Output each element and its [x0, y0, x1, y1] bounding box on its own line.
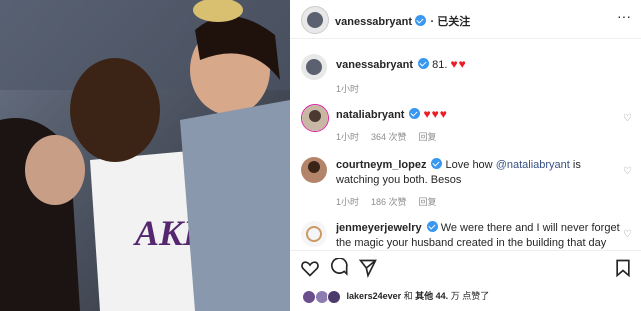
avatar[interactable]	[301, 54, 327, 80]
comment-meta: 1小时 364 次赞 回复	[336, 130, 449, 143]
like-comment-icon[interactable]: ♡	[623, 230, 633, 240]
comment-time[interactable]: 1小时	[336, 197, 359, 207]
verified-icon	[415, 15, 427, 26]
hearts-emoji: ♥♥♥	[423, 107, 448, 121]
comment-username[interactable]: nataliabryant	[336, 109, 404, 121]
comment-likes[interactable]: 364 次赞	[371, 132, 407, 142]
save-icon[interactable]	[613, 258, 633, 278]
comment-time[interactable]: 1小时	[336, 84, 359, 94]
comment-username[interactable]: vanessabryant	[336, 59, 413, 71]
verified-icon	[409, 108, 421, 119]
comment-body: 81.	[432, 59, 448, 71]
comment-body: Love how	[445, 159, 496, 171]
more-options-icon[interactable]: ···	[617, 8, 631, 24]
post-sidebar: vanessabryant · 已关注 ··· vanessabryant 81…	[290, 0, 641, 311]
avatar[interactable]	[301, 157, 327, 183]
comment-text: courtneym_lopez Love how @nataliabryant …	[336, 158, 621, 188]
comment-username[interactable]: courtneym_lopez	[336, 159, 426, 171]
comment-text: jenmeyerjewelry We were there and I will…	[336, 221, 621, 250]
verified-icon	[426, 221, 438, 232]
avatar[interactable]	[301, 104, 329, 132]
verified-icon	[431, 158, 443, 169]
reply-button[interactable]: 回复	[419, 132, 437, 142]
mention-link[interactable]: @nataliabryant	[496, 159, 570, 171]
likes-count[interactable]: 其他 44.	[415, 291, 448, 301]
comment-meta: 1小时	[336, 82, 371, 95]
comment-meta: 1小时 186 次赞 回复	[336, 195, 449, 208]
action-bar	[290, 250, 641, 283]
post-header: vanessabryant · 已关注 ···	[290, 0, 641, 39]
instagram-post: AKE vanessabryant · 已关注 ··· vanessabryan…	[0, 0, 641, 311]
verified-icon	[418, 58, 430, 69]
likes-and: 和	[403, 291, 413, 301]
post-photo-art: AKE	[0, 0, 290, 311]
avatar-icon	[302, 7, 328, 33]
avatar-icon	[301, 54, 327, 80]
avatar[interactable]	[301, 6, 329, 34]
avatar-icon	[301, 157, 327, 183]
header-username[interactable]: vanessabryant	[335, 16, 412, 28]
like-comment-icon[interactable]: ♡	[623, 167, 633, 177]
comment-time[interactable]: 1小时	[336, 132, 359, 142]
avatar-icon	[302, 105, 328, 131]
comment-icon[interactable]	[330, 258, 350, 278]
header-user: vanessabryant · 已关注	[335, 12, 470, 30]
comment-username[interactable]: jenmeyerjewelry	[336, 222, 422, 234]
share-icon[interactable]	[358, 258, 378, 278]
avatar[interactable]	[301, 221, 327, 247]
liked-by-user[interactable]: lakers24ever	[347, 291, 402, 301]
reply-button[interactable]: 回复	[419, 197, 437, 207]
comment-text: nataliabryant ♥♥♥	[336, 107, 448, 123]
avatar[interactable]	[302, 289, 316, 304]
like-icon[interactable]	[300, 258, 320, 278]
likes-summary: lakers24ever 和 其他 44. 万 点赞了	[302, 289, 489, 304]
likes-suffix: 万 点赞了	[450, 291, 490, 301]
avatar[interactable]	[327, 289, 342, 304]
avatar-icon	[301, 221, 327, 247]
like-comment-icon[interactable]: ♡	[623, 114, 633, 124]
hearts-emoji: ♥♥	[450, 57, 467, 71]
caption-text: vanessabryant 81. ♥♥	[336, 57, 467, 73]
post-photo[interactable]: AKE	[0, 0, 290, 311]
comment-likes[interactable]: 186 次赞	[371, 197, 407, 207]
follow-status[interactable]: · 已关注	[431, 16, 471, 28]
